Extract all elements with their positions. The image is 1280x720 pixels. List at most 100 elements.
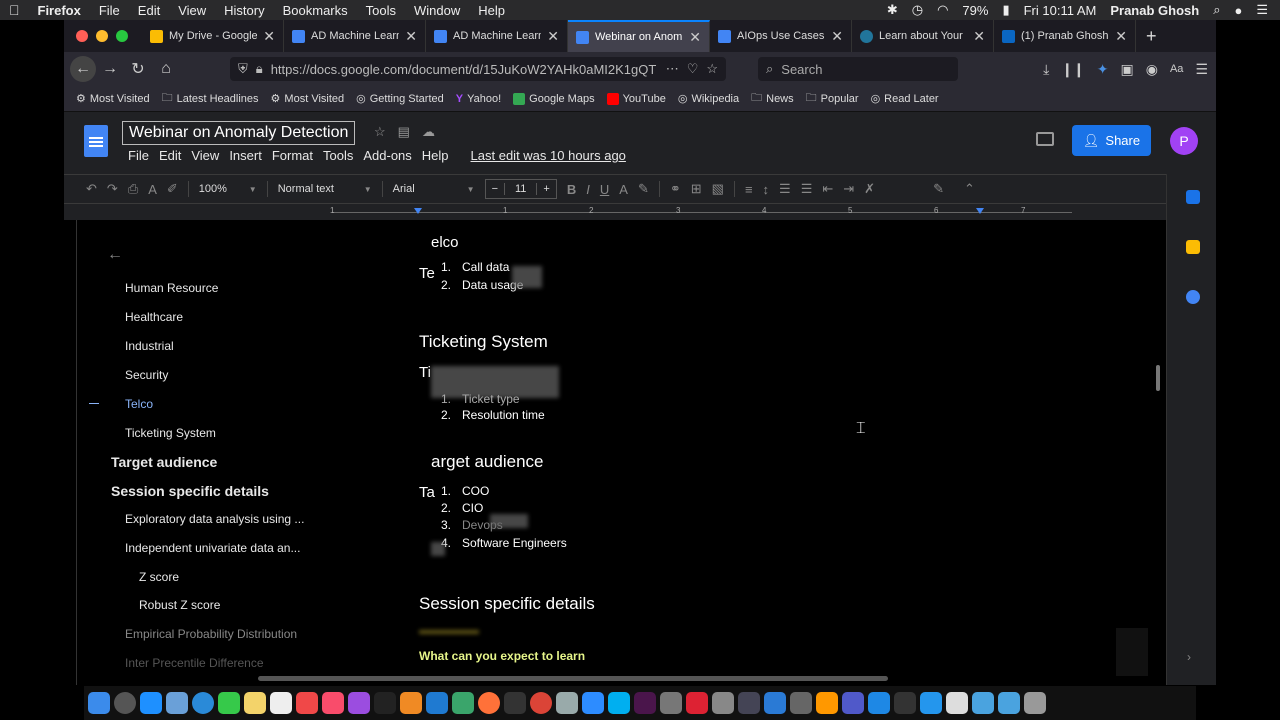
last-edit-link[interactable]: Last edit was 10 hours ago (471, 148, 626, 163)
pocket-icon[interactable]: ♡ (687, 61, 699, 77)
font-size-input[interactable]: 11 (504, 183, 538, 195)
tv-icon[interactable] (374, 692, 396, 714)
messages-icon[interactable] (218, 692, 240, 714)
bookmark-youtube[interactable]: YouTube (606, 92, 666, 105)
zoom-window-button[interactable] (116, 30, 128, 42)
bluetooth-icon[interactable]: ✱ (887, 2, 898, 18)
comments-icon[interactable] (1036, 132, 1054, 146)
outline-item-target-audience[interactable]: Target audience (111, 454, 217, 470)
numbered-list-icon[interactable]: ☰ (779, 181, 791, 197)
app-store-icon[interactable] (140, 692, 162, 714)
app-name[interactable]: Firefox (29, 3, 90, 18)
docs-menu-insert[interactable]: Insert (229, 148, 262, 163)
bookmark-most-visited[interactable]: ⚙ Most Visited (76, 92, 150, 106)
tab-my-drive[interactable]: My Drive - Google ✕ (142, 20, 284, 52)
move-folder-icon[interactable]: ▤ (398, 124, 410, 140)
keep-icon[interactable] (1186, 240, 1200, 254)
bookmark-most-visited-2[interactable]: ⚙ Most Visited (271, 92, 345, 106)
account-icon[interactable]: ◉ (1146, 61, 1158, 78)
close-outline-icon[interactable]: ← (107, 246, 123, 264)
horizontal-scrollbar[interactable] (258, 676, 888, 681)
app-icon[interactable] (712, 692, 734, 714)
chrome-icon[interactable] (530, 692, 552, 714)
tab-ad-machine-1[interactable]: AD Machine Learn ✕ (284, 20, 426, 52)
collapse-toolbar-icon[interactable]: ⌃ (964, 181, 975, 197)
home-icon[interactable]: ⌂ (152, 60, 180, 78)
app-icon[interactable] (790, 692, 812, 714)
tab-linkedin[interactable]: (1) Pranab Ghosh ✕ (994, 20, 1136, 52)
user-name[interactable]: Pranab Ghosh (1110, 3, 1199, 18)
menu-edit[interactable]: Edit (129, 3, 169, 18)
close-window-button[interactable] (76, 30, 88, 42)
outline-item-robust-z-score[interactable]: Robust Z score (139, 598, 220, 612)
lock-icon[interactable]: 🔒︎ (256, 61, 263, 77)
docker-icon[interactable] (920, 692, 942, 714)
xcode-icon[interactable] (426, 692, 448, 714)
search-input[interactable]: ⌕ Search (758, 57, 958, 81)
bookmark-popular[interactable]: 🗀 Popular (806, 89, 859, 108)
library-icon[interactable]: ❙❙ (1061, 61, 1084, 78)
tab-ad-machine-2[interactable]: AD Machine Learn ✕ (426, 20, 568, 52)
notes-icon[interactable] (244, 692, 266, 714)
bookmark-google-maps[interactable]: Google Maps (513, 92, 595, 105)
menu-window[interactable]: Window (405, 3, 469, 18)
firefox-icon[interactable] (478, 692, 500, 714)
address-bar[interactable]: ⛨ 🔒︎ https://docs.google.com/document/d/… (230, 57, 726, 81)
editing-mode-icon[interactable]: ✎ (933, 181, 944, 197)
font-select[interactable]: Arial (393, 183, 457, 195)
redo-icon[interactable]: ↷ (107, 181, 118, 197)
notification-icon[interactable]: ☰ (1256, 2, 1268, 18)
vertical-scrollbar[interactable] (1156, 365, 1160, 391)
bookmark-latest-headlines[interactable]: 🗀 Latest Headlines (162, 89, 259, 108)
clock[interactable]: Fri 10:11 AM (1024, 3, 1097, 18)
slack-icon[interactable] (634, 692, 656, 714)
chevron-down-icon[interactable]: ▼ (249, 185, 257, 194)
close-tab-icon[interactable]: ✕ (973, 28, 985, 45)
outline-item-security[interactable]: Security (125, 368, 168, 382)
increase-indent-icon[interactable]: ⇥ (843, 181, 854, 197)
wifi-icon[interactable]: ◠ (937, 2, 948, 18)
link-icon[interactable]: ⚭ (670, 181, 681, 197)
chevron-down-icon[interactable]: ▼ (364, 185, 372, 194)
bookmark-wikipedia[interactable]: ◎ Wikipedia (678, 92, 739, 106)
docs-menu-view[interactable]: View (191, 148, 219, 163)
calendar-icon[interactable] (1186, 190, 1200, 204)
outline-item-ticketing-system[interactable]: Ticketing System (125, 426, 216, 440)
sidebar-icon[interactable]: ▣ (1121, 61, 1134, 78)
cloud-status-icon[interactable]: ☁ (422, 124, 435, 140)
textedit-icon[interactable] (946, 692, 968, 714)
preview-icon[interactable] (166, 692, 188, 714)
docs-menu-help[interactable]: Help (422, 148, 449, 163)
document-title[interactable]: Webinar on Anomaly Detection (122, 121, 356, 145)
documents-folder-icon[interactable] (998, 692, 1020, 714)
minimized-icon[interactable] (1116, 628, 1148, 676)
docs-menu-tools[interactable]: Tools (323, 148, 353, 163)
podcasts-icon[interactable] (348, 692, 370, 714)
spotlight-icon[interactable]: ⌕ (1213, 2, 1220, 18)
app-icon[interactable] (764, 692, 786, 714)
launchpad-icon[interactable] (114, 692, 136, 714)
decrease-font-button[interactable]: − (486, 183, 504, 195)
close-tab-icon[interactable]: ✕ (263, 28, 275, 45)
sublime-icon[interactable] (816, 692, 838, 714)
outline-item-telco[interactable]: Telco (125, 397, 153, 411)
reader-icon[interactable]: Aa (1170, 63, 1183, 75)
line-spacing-icon[interactable]: ↕ (763, 182, 770, 197)
downloads-folder-icon[interactable] (972, 692, 994, 714)
font-size-stepper[interactable]: − 11 + (484, 179, 557, 199)
outline-item-human-resource[interactable]: Human Resource (125, 281, 218, 295)
app-icon[interactable] (868, 692, 890, 714)
menu-history[interactable]: History (215, 3, 273, 18)
menu-file[interactable]: File (90, 3, 129, 18)
docs-menu-edit[interactable]: Edit (159, 148, 181, 163)
menu-icon[interactable]: ☰ (1195, 61, 1208, 78)
close-tab-icon[interactable]: ✕ (405, 28, 417, 45)
outline-item-eda[interactable]: Exploratory data analysis using ... (125, 512, 304, 526)
menu-bookmarks[interactable]: Bookmarks (274, 3, 357, 18)
print-icon[interactable]: ⎙ (128, 181, 138, 197)
apple-icon[interactable]:  (0, 2, 29, 18)
bold-icon[interactable]: B (567, 182, 576, 197)
minimize-window-button[interactable] (96, 30, 108, 42)
terminal-icon[interactable] (504, 692, 526, 714)
siri-icon[interactable]: ● (1234, 3, 1242, 18)
